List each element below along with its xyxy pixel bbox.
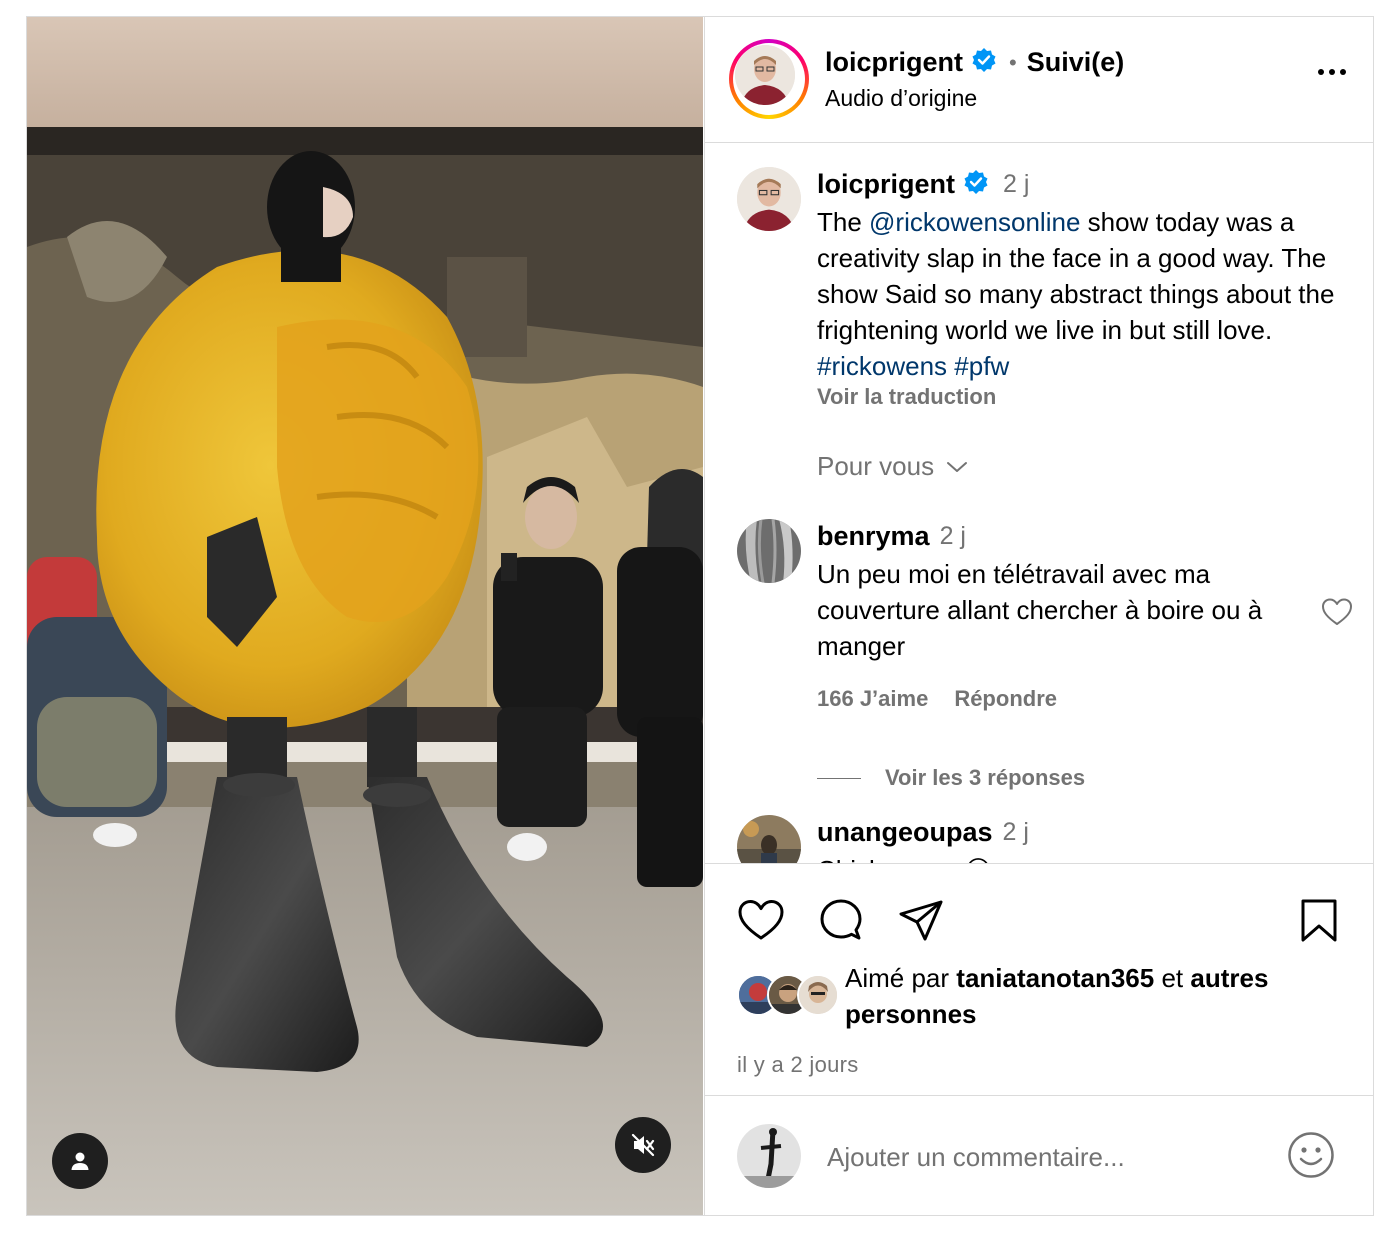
author-avatar-story-ring[interactable] [729, 39, 809, 119]
liker-avatars[interactable] [737, 974, 839, 1016]
unmute-button[interactable] [615, 1117, 671, 1173]
heart-icon[interactable] [737, 898, 785, 942]
reply-button[interactable]: Répondre [954, 686, 1057, 712]
post-side-panel: loicprigent • Suivi(e) Audio d’origine l… [704, 17, 1374, 1215]
see-translation-link[interactable]: Voir la traduction [817, 384, 1357, 410]
add-comment-bar [705, 1095, 1374, 1216]
comment-sort-dropdown[interactable]: Pour vous [817, 451, 968, 482]
caption-timestamp[interactable]: 2 j [1003, 170, 1029, 199]
separator-dot: • [1009, 49, 1017, 75]
author-username[interactable]: loicprigent [825, 47, 963, 78]
comment-timestamp[interactable]: 2 j [940, 522, 966, 551]
liked-by-conjunction: et [1161, 963, 1184, 993]
comment-timestamp[interactable]: 2 j [1003, 818, 1029, 847]
chevron-down-icon [947, 461, 968, 472]
hashtag-link[interactable]: #rickowens [817, 351, 947, 381]
comment-likes-count[interactable]: 166 J’aime [817, 686, 928, 712]
hashtag-link[interactable]: #pfw [954, 351, 1009, 381]
original-audio-link[interactable]: Audio d’origine [825, 85, 977, 112]
view-replies-label: Voir les 3 réponses [885, 765, 1086, 790]
user-tag-icon [71, 1152, 89, 1170]
comment-text: Chicken run 😂 [817, 852, 1307, 863]
comment-bubble-icon[interactable] [817, 898, 865, 944]
caption-author-username[interactable]: loicprigent [817, 169, 955, 200]
caption-text: The @rickowensonline show today was a cr… [817, 204, 1357, 384]
post-video[interactable] [27, 17, 703, 1215]
smiley-icon[interactable] [1286, 1130, 1336, 1180]
caption: loicprigent 2 j The @rickowensonline sho… [817, 169, 1357, 410]
current-user-avatar [737, 1124, 801, 1188]
comment-item: benryma 2 j Un peu moi en télétravail av… [737, 519, 1357, 739]
comment-item: unangeoupas 2 j Chicken run 😂 [737, 815, 1357, 863]
post-timestamp[interactable]: il y a 2 jours [737, 1052, 859, 1078]
verified-badge-icon [963, 169, 989, 200]
bookmark-icon[interactable] [1299, 898, 1339, 944]
caption-text-part: The [817, 207, 870, 237]
more-options-icon[interactable] [1318, 69, 1346, 75]
commenter-avatar[interactable] [737, 815, 801, 863]
header-title-row: loicprigent • Suivi(e) [825, 47, 1124, 78]
comment-sort-label: Pour vous [817, 451, 935, 481]
video-frame-illustration [27, 17, 703, 1215]
comment-input[interactable] [825, 1134, 1249, 1180]
comment-text: Un peu moi en télétravail avec ma couver… [817, 559, 1263, 661]
tagged-users-button[interactable] [52, 1133, 108, 1189]
following-button[interactable]: Suivi(e) [1027, 47, 1125, 78]
paper-plane-icon[interactable] [897, 898, 945, 944]
author-avatar [735, 45, 795, 105]
speaker-muted-icon [631, 1133, 655, 1157]
liked-by-prefix: Aimé par [845, 963, 950, 993]
caption-author-avatar[interactable] [737, 167, 801, 231]
liker-avatar [797, 974, 839, 1016]
verified-badge-icon [971, 47, 997, 78]
comments-scroll-area[interactable]: loicprigent 2 j The @rickowensonline sho… [705, 143, 1374, 863]
commenter-username[interactable]: unangeoupas [817, 817, 993, 848]
liked-by-text: Aimé par taniatanotan365 et autres perso… [845, 960, 1345, 1032]
commenter-avatar[interactable] [737, 519, 801, 583]
post-actions-section: Aimé par taniatanotan365 et autres perso… [705, 863, 1374, 1096]
heart-icon[interactable] [1321, 597, 1353, 627]
commenter-username[interactable]: benryma [817, 521, 930, 552]
liker-username-link[interactable]: taniatanotan365 [956, 963, 1154, 993]
view-replies-button[interactable]: Voir les 3 réponses [817, 765, 1085, 791]
mention-link[interactable]: @rickowensonline [869, 207, 1080, 237]
post-dialog: loicprigent • Suivi(e) Audio d’origine l… [26, 16, 1374, 1216]
post-header: loicprigent • Suivi(e) Audio d’origine [705, 17, 1374, 143]
